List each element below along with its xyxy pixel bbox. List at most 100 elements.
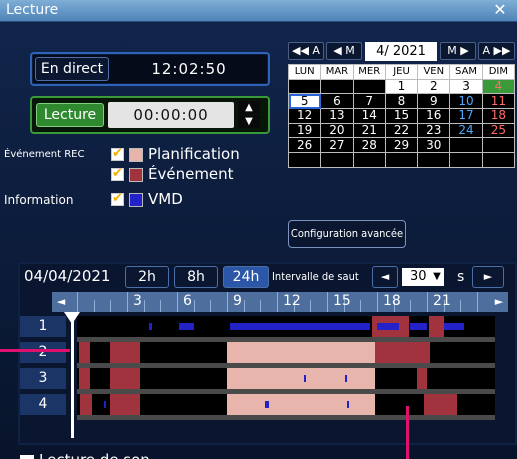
- calendar-empty-cell: [481, 137, 516, 154]
- ruler-tick: [210, 300, 212, 312]
- calendar-day-28[interactable]: 28: [352, 137, 386, 154]
- next-month-button[interactable]: M ▶: [440, 42, 476, 60]
- skip-prev-button[interactable]: ◄: [372, 266, 398, 288]
- calendar-header-mer: MER: [352, 64, 386, 80]
- vmd-marker: [345, 375, 348, 382]
- close-icon[interactable]: ✕: [491, 1, 509, 19]
- calendar-nav: ◀◀ A ◀ M 4/ 2021 M ▶ A ▶▶: [288, 40, 515, 62]
- calendar-day-30[interactable]: 30: [417, 137, 451, 154]
- live-button[interactable]: En direct: [35, 57, 109, 81]
- vmd-marker: [230, 323, 371, 330]
- calendar-day-16[interactable]: 16: [417, 108, 451, 124]
- skip-interval-select[interactable]: 30 ▼: [402, 268, 444, 286]
- event-checkbox[interactable]: [111, 166, 124, 181]
- calendar-day-13[interactable]: 13: [320, 108, 354, 124]
- camera-track-1[interactable]: [77, 316, 495, 337]
- camera-label-1[interactable]: 1: [20, 316, 66, 337]
- calendar-day-4[interactable]: 4: [481, 78, 516, 95]
- timeline-header: 04/04/2021 2h 8h 24h Intervalle de saut …: [20, 264, 517, 290]
- calendar-day-19[interactable]: 19: [287, 122, 322, 139]
- event-label: Événement: [148, 165, 234, 183]
- calendar-day-10[interactable]: 10: [449, 93, 483, 110]
- sound-checkbox[interactable]: [20, 455, 34, 459]
- schedule-label: Planification: [148, 145, 240, 163]
- ruler-hour-label: 6: [183, 293, 192, 309]
- ruler-hour-label: 9: [233, 293, 242, 309]
- calendar-empty-cell: [352, 78, 386, 95]
- ruler-tick: [160, 300, 162, 312]
- calendar-day-15[interactable]: 15: [384, 108, 419, 124]
- calendar-day-7[interactable]: 7: [352, 93, 386, 110]
- calendar-day-24[interactable]: 24: [449, 122, 483, 139]
- calendar-header-sam: SAM: [449, 64, 483, 80]
- ruler-hour-label: 15: [333, 293, 351, 309]
- callout-marker-right: [406, 406, 409, 459]
- calendar-day-5[interactable]: 5: [287, 93, 322, 110]
- calendar-header-jeu: JEU: [384, 64, 419, 80]
- camera-track-4[interactable]: [77, 394, 495, 415]
- time-down-button[interactable]: ▼: [238, 115, 260, 128]
- schedule-segment: [227, 394, 376, 415]
- playback-button[interactable]: Lecture: [36, 103, 104, 127]
- calendar-day-22[interactable]: 22: [384, 122, 419, 139]
- calendar-day-1[interactable]: 1: [384, 78, 419, 95]
- calendar-day-25[interactable]: 25: [481, 122, 516, 139]
- calendar-day-27[interactable]: 27: [320, 137, 354, 154]
- calendar-day-26[interactable]: 26: [287, 137, 322, 154]
- ruler-tick: [143, 300, 145, 312]
- calendar-day-12[interactable]: 12: [287, 108, 322, 124]
- ruler-left-button[interactable]: ◄: [52, 292, 70, 312]
- camera-label-4[interactable]: 4: [20, 394, 66, 415]
- calendar-day-14[interactable]: 14: [352, 108, 386, 124]
- skip-interval-label: Intervalle de saut: [272, 270, 359, 283]
- prev-year-button[interactable]: ◀◀ A: [288, 42, 324, 60]
- calendar-day-2[interactable]: 2: [417, 78, 451, 95]
- playback-time-field[interactable]: 00:00:00: [108, 102, 234, 128]
- ruler-tick: [360, 300, 362, 312]
- calendar-day-23[interactable]: 23: [417, 122, 451, 139]
- prev-month-button[interactable]: ◀ M: [326, 42, 362, 60]
- schedule-color-swatch: [129, 148, 143, 162]
- playback-window: Lecture ✕ En direct 12:02:50 Lecture 00:…: [0, 0, 517, 459]
- calendar-day-29[interactable]: 29: [384, 137, 419, 154]
- skip-interval-value: 30: [410, 269, 427, 284]
- ruler-tick: [77, 292, 78, 312]
- chevron-down-icon[interactable]: ▼: [430, 268, 444, 286]
- calendar-header-lun: LUN: [287, 64, 322, 80]
- vmd-marker: [443, 323, 464, 330]
- ruler-tick: [277, 292, 278, 312]
- next-year-button[interactable]: A ▶▶: [478, 42, 515, 60]
- camera-track-3[interactable]: [77, 368, 495, 389]
- range-8h-button[interactable]: 8h: [174, 266, 218, 288]
- ruler-tick: [227, 292, 228, 312]
- ruler-tick: [460, 300, 462, 312]
- event-segment: [78, 342, 91, 363]
- camera-label-3[interactable]: 3: [20, 368, 66, 389]
- calendar-day-3[interactable]: 3: [449, 78, 483, 95]
- range-24h-button[interactable]: 24h: [223, 266, 269, 288]
- schedule-checkbox[interactable]: [111, 146, 124, 161]
- calendar-day-20[interactable]: 20: [320, 122, 354, 139]
- ruler-hour-label: 12: [283, 293, 301, 309]
- title-bar: Lecture ✕: [0, 0, 517, 22]
- calendar-empty-cell: [287, 152, 322, 168]
- advanced-settings-button[interactable]: Configuration avancée: [288, 220, 406, 248]
- calendar-day-21[interactable]: 21: [352, 122, 386, 139]
- skip-next-button[interactable]: ►: [472, 266, 504, 288]
- calendar-day-6[interactable]: 6: [320, 93, 354, 110]
- time-up-button[interactable]: ▲: [238, 101, 260, 114]
- vmd-checkbox[interactable]: [111, 191, 124, 206]
- rec-event-label: Événement REC: [4, 149, 85, 160]
- camera-label-2[interactable]: 2: [20, 342, 66, 363]
- playhead-line[interactable]: [71, 312, 74, 438]
- calendar-day-11[interactable]: 11: [481, 93, 516, 110]
- camera-track-2[interactable]: [77, 342, 495, 363]
- calendar-day-17[interactable]: 17: [449, 108, 483, 124]
- ruler-tick: [477, 292, 478, 312]
- range-2h-button[interactable]: 2h: [125, 266, 169, 288]
- event-segment: [110, 342, 141, 363]
- ruler-right-button[interactable]: ►: [490, 292, 508, 312]
- calendar-day-18[interactable]: 18: [481, 108, 516, 124]
- calendar-day-9[interactable]: 9: [417, 93, 451, 110]
- calendar-day-8[interactable]: 8: [384, 93, 419, 110]
